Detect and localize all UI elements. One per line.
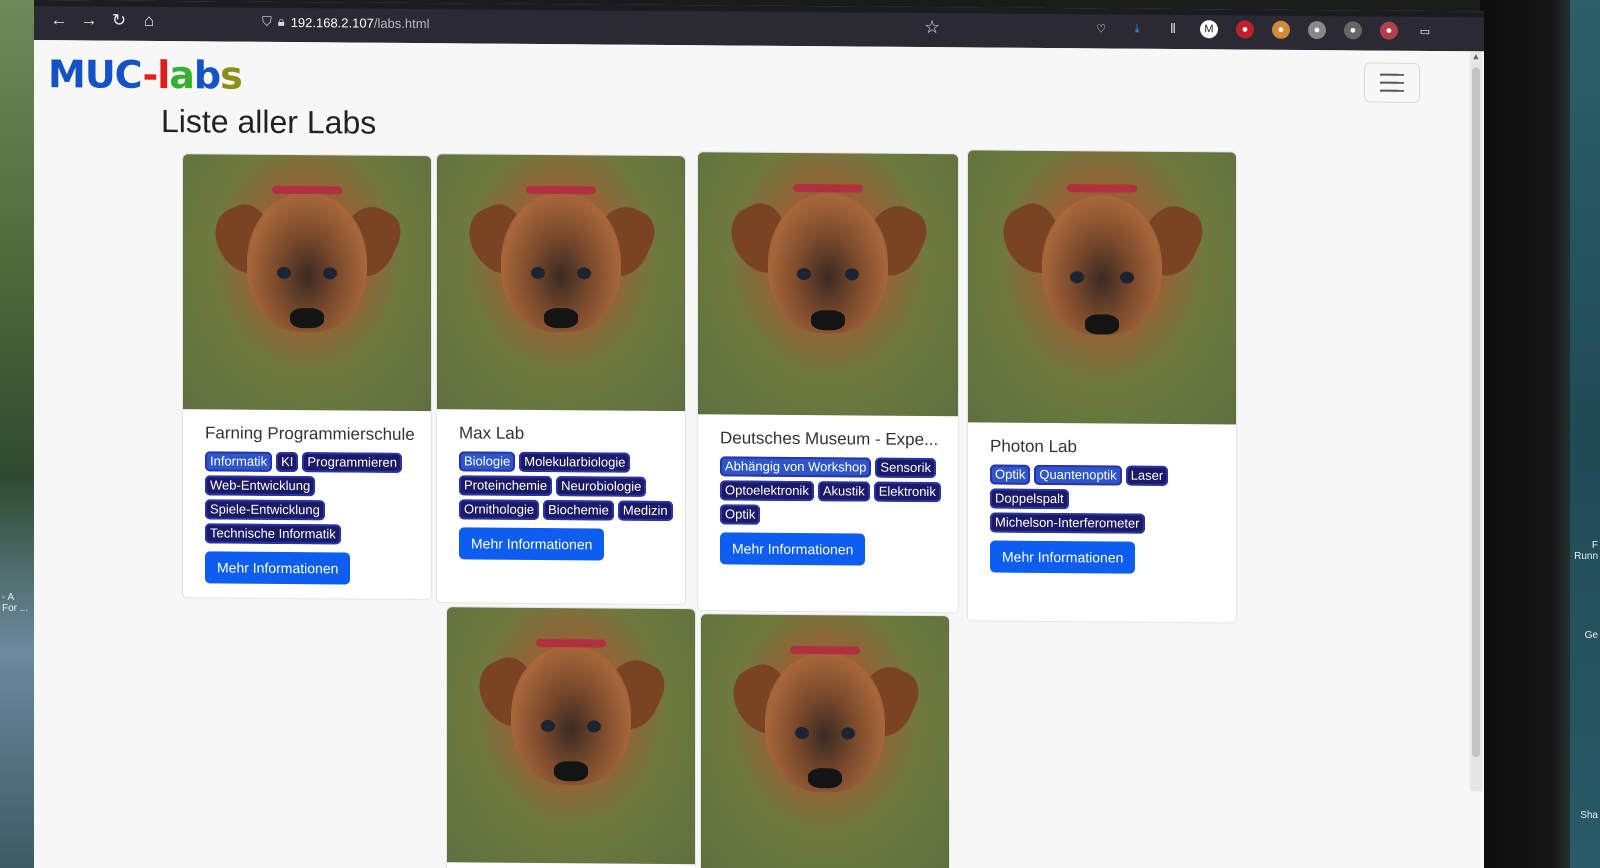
lab-title: Max Lab xyxy=(459,423,525,443)
tag-badge: Akustik xyxy=(817,481,870,502)
logo-text: MUC xyxy=(48,52,143,97)
tag-list: Informatik KI Programmieren Web-Entwickl… xyxy=(205,451,419,545)
tag-badge: Optik xyxy=(720,504,761,525)
url-path: /labs.html xyxy=(373,15,430,31)
pocket-icon[interactable]: ♡ xyxy=(1092,19,1110,37)
tag-badge: Molekularbiologie xyxy=(519,451,631,473)
tag-badge: KI xyxy=(276,451,299,473)
menu-bar xyxy=(1380,81,1404,84)
logo-text: s xyxy=(220,53,242,98)
hamburger-menu-button[interactable] xyxy=(1364,62,1420,103)
toolbar-extensions: ♡ ⤓ ⫼ M ● ● ● ● ● ▭ xyxy=(1092,19,1474,40)
account-icon[interactable]: M xyxy=(1200,20,1218,39)
more-info-button[interactable]: Mehr Informationen xyxy=(720,532,866,566)
lab-image xyxy=(701,614,949,868)
more-info-button[interactable]: Mehr Informationen xyxy=(205,551,351,585)
url-host: 192.168.2.107 xyxy=(290,14,374,31)
tag-badge: Optoelektronik xyxy=(720,480,814,502)
extension-icon[interactable]: ● xyxy=(1272,20,1290,39)
lab-card xyxy=(446,606,696,868)
desktop-label: F xyxy=(1591,540,1598,551)
tag-list: Biologie Molekularbiologie Proteinchemie… xyxy=(459,451,673,522)
tag-badge: Biologie xyxy=(459,451,516,472)
menu-bar xyxy=(1380,73,1404,76)
desktop-label-line: For ... xyxy=(2,603,29,614)
desktop-label: Ge xyxy=(1584,630,1598,641)
scroll-up-icon[interactable]: ▲ xyxy=(1470,51,1482,63)
site-logo[interactable]: MUC-labs xyxy=(48,52,242,98)
tag-badge: Quantenoptik xyxy=(1034,464,1122,486)
tag-badge: Doppelspalt xyxy=(990,488,1069,510)
desktop-background-right xyxy=(1570,0,1600,868)
lab-card: Photon Lab Optik Quantenoptik Laser Dopp… xyxy=(967,149,1237,624)
lab-image xyxy=(447,607,695,865)
lab-title: Farning Programmierschule xyxy=(205,423,415,444)
lab-card: Max Lab Biologie Molekularbiologie Prote… xyxy=(436,153,686,606)
page-viewport: MUC-labs Liste aller Labs Farning Progra… xyxy=(34,40,1484,868)
tag-badge: Web-Entwicklung xyxy=(205,475,316,497)
logo-text: b xyxy=(193,53,221,98)
tag-badge: Abhängig von Workshop xyxy=(720,456,872,478)
scrollbar-thumb[interactable] xyxy=(1472,67,1480,758)
tag-badge: Neurobiologie xyxy=(556,476,647,497)
more-info-button[interactable]: Mehr Informationen xyxy=(459,527,605,561)
browser-window: ← → ↻ ⌂ ⛉ 🔒︎ 192.168.2.107/labs.html ☆ ♡… xyxy=(34,0,1484,868)
window-icon[interactable]: ▭ xyxy=(1416,22,1434,40)
lab-card xyxy=(700,613,950,868)
page-title: Liste aller Labs xyxy=(161,102,377,141)
logo-text: a xyxy=(169,53,194,98)
bookmark-star-icon[interactable]: ☆ xyxy=(924,16,940,37)
tag-badge: Programmieren xyxy=(302,452,402,473)
desktop-label: Runn xyxy=(1574,551,1598,562)
vertical-scrollbar[interactable]: ▲ xyxy=(1470,51,1482,792)
tag-badge: Sensorik xyxy=(875,457,936,479)
tag-badge: Laser xyxy=(1125,465,1169,486)
url-text: 192.168.2.107/labs.html xyxy=(291,15,430,31)
tag-badge: Informatik xyxy=(205,451,273,472)
logo-text: - xyxy=(142,52,158,97)
lab-title: Photon Lab xyxy=(990,436,1077,457)
tag-badge: Medizin xyxy=(617,500,673,522)
monitor-bezel-right: F Runn Ge Sha xyxy=(1480,0,1600,868)
tag-list: Abhängig von Workshop Sensorik Optoelekt… xyxy=(720,456,946,526)
extension-icon[interactable]: ● xyxy=(1344,21,1362,40)
extension-icon[interactable]: ● xyxy=(1308,21,1326,40)
desktop-label-line: - A xyxy=(2,592,15,603)
tag-badge: Optik xyxy=(990,464,1031,485)
forward-icon[interactable]: → xyxy=(74,6,104,34)
lab-image xyxy=(183,154,431,412)
tag-badge: Elektronik xyxy=(873,481,941,503)
tag-badge: Proteinchemie xyxy=(459,475,553,497)
tag-badge: Technische Informatik xyxy=(205,523,341,545)
back-icon[interactable]: ← xyxy=(44,6,74,34)
home-icon[interactable]: ⌂ xyxy=(134,7,164,35)
extension-icon[interactable]: ● xyxy=(1236,20,1254,39)
tag-list: Optik Quantenoptik Laser Doppelspalt Mic… xyxy=(990,464,1224,535)
tag-badge: Ornithologie xyxy=(459,499,540,520)
lab-title: Deutsches Museum - Expe... xyxy=(720,428,939,450)
lab-card: Farning Programmierschule Informatik KI … xyxy=(182,153,432,601)
shield-icon[interactable]: ⛉ xyxy=(262,14,272,30)
logo-text: l xyxy=(157,52,170,98)
menu-bar xyxy=(1380,89,1404,92)
reload-icon[interactable]: ↻ xyxy=(104,7,134,35)
lock-icon[interactable]: 🔒︎ xyxy=(278,14,285,30)
lab-image xyxy=(698,152,958,417)
lab-card: Deutsches Museum - Expe... Abhängig von … xyxy=(697,151,959,614)
more-info-button[interactable]: Mehr Informationen xyxy=(990,540,1136,574)
tag-badge: Michelson-Interferometer xyxy=(990,512,1145,534)
desktop-shortcut-label[interactable]: - A For ... xyxy=(2,592,28,614)
lab-image xyxy=(968,150,1236,425)
tag-badge: Biochemie xyxy=(543,499,614,521)
extension-icon[interactable]: ● xyxy=(1380,21,1398,40)
desktop-label: Sha xyxy=(1580,810,1598,821)
tag-badge: Spiele-Entwicklung xyxy=(205,499,325,521)
library-icon[interactable]: ⫼ xyxy=(1164,20,1182,38)
lab-image xyxy=(437,154,685,412)
download-icon[interactable]: ⤓ xyxy=(1128,20,1146,38)
